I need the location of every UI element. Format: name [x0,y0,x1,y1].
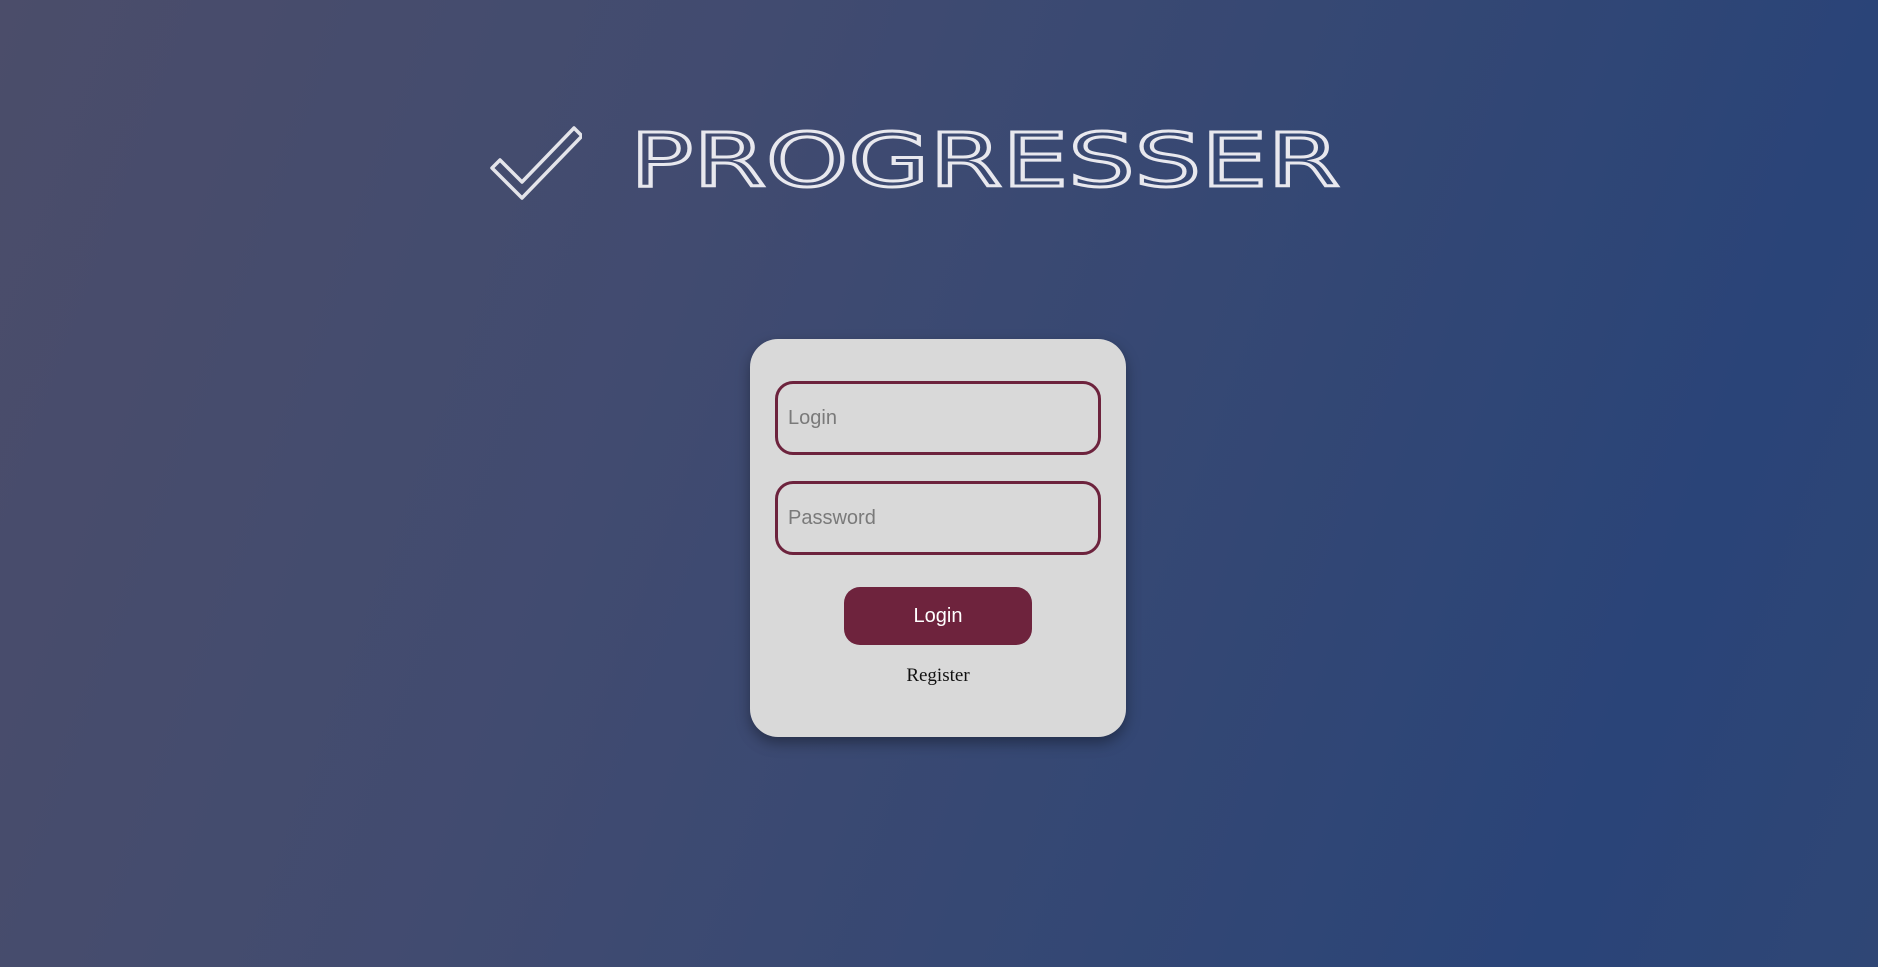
brand-name: PROGRESSER [630,118,1342,206]
checkmark-icon [490,126,582,200]
login-button[interactable]: Login [844,587,1032,645]
password-input[interactable] [775,481,1101,555]
login-card: Login Register [750,339,1126,737]
brand-name-text: PROGRESSER [630,118,1340,204]
register-link[interactable]: Register [750,665,1126,687]
app-logo: PROGRESSER [490,118,1360,206]
login-input[interactable] [775,381,1101,455]
